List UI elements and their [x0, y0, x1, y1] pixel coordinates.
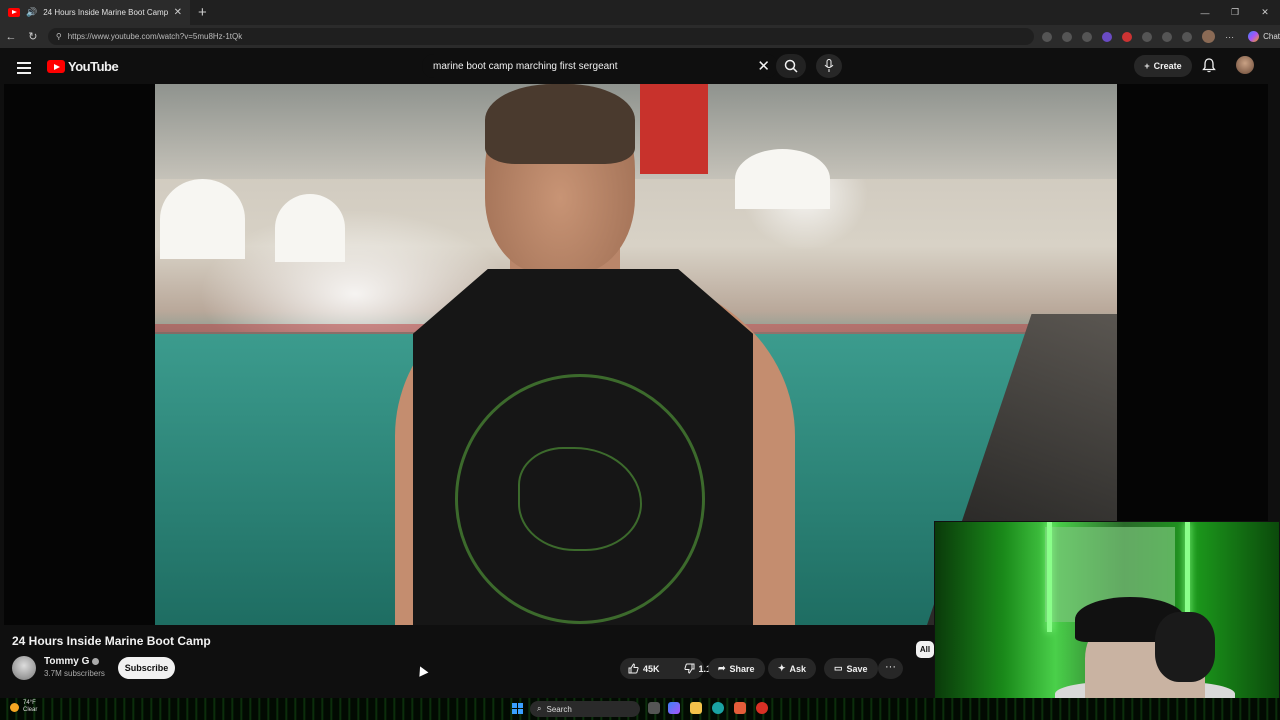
window-controls: — ❐ ✕ — [1190, 0, 1280, 25]
plus-icon: + — [1144, 61, 1150, 71]
mic-icon — [824, 59, 834, 72]
video-frame-window — [735, 149, 830, 209]
more-actions-button[interactable]: ··· — [878, 658, 903, 679]
copilot-app-icon[interactable] — [668, 702, 680, 714]
sparkle-icon: ✦ — [778, 663, 786, 673]
collections-icon[interactable] — [1182, 31, 1193, 42]
like-button[interactable]: 45K — [620, 663, 668, 674]
address-bar-row: ← ↻ ⚲ https://www.youtube.com/watch?v=5m… — [0, 25, 1280, 48]
share-label: Share — [729, 663, 755, 674]
like-icon — [628, 663, 639, 674]
youtube-logo-text: YouTube — [68, 59, 119, 74]
extensions-puzzle-icon[interactable] — [1142, 31, 1153, 42]
extension-icon[interactable] — [1102, 31, 1113, 42]
speaker-icon[interactable]: 🔊 — [26, 7, 37, 18]
mouse-cursor-icon — [415, 664, 429, 677]
close-tab-icon[interactable]: ✕ — [174, 7, 182, 18]
like-count: 45K — [643, 663, 660, 674]
share-icon: ➦ — [718, 663, 726, 673]
weather-icon — [10, 702, 19, 712]
ask-label: Ask — [789, 663, 807, 674]
webcam-neon-light — [1047, 522, 1052, 632]
video-frame-window — [275, 194, 345, 262]
copilot-chat-button[interactable]: Chat — [1248, 31, 1280, 42]
video-frame-ceiling — [155, 84, 1117, 179]
save-button[interactable]: ▭ Save — [824, 658, 878, 679]
search-query: marine boot camp marching first sergeant — [433, 60, 618, 72]
tab-title: 24 Hours Inside Marine Boot Camp — [43, 8, 168, 17]
menu-icon[interactable] — [17, 62, 31, 77]
copilot-icon — [1248, 31, 1260, 42]
extension-icon[interactable] — [1122, 31, 1133, 42]
close-window-icon[interactable]: ✕ — [1250, 0, 1280, 25]
chip-all[interactable]: All — [916, 641, 934, 658]
back-icon[interactable]: ← — [0, 31, 22, 43]
video-frame-person-hair — [485, 84, 635, 164]
video-title: 24 Hours Inside Marine Boot Camp — [12, 634, 211, 648]
task-view-icon[interactable] — [648, 702, 660, 714]
webcam-overlay — [934, 521, 1280, 716]
extension-icons: ··· Chat — [1042, 30, 1280, 43]
chrome-icon[interactable] — [756, 702, 768, 714]
search-icon: ⌕ — [537, 704, 542, 713]
minimize-icon[interactable]: — — [1190, 0, 1220, 25]
favorite-star-icon[interactable] — [1062, 31, 1073, 42]
video-frame-shirt-logo — [455, 374, 705, 624]
search-input[interactable]: marine boot camp marching first sergeant… — [422, 54, 778, 78]
restore-icon[interactable]: ❐ — [1220, 0, 1250, 25]
save-icon: ▭ — [834, 663, 843, 673]
file-explorer-icon[interactable] — [690, 702, 702, 714]
site-info-icon[interactable]: ⚲ — [56, 32, 62, 41]
share-button[interactable]: ➦ Share — [708, 658, 765, 679]
weather-temp: 74°F — [23, 700, 36, 706]
notifications-button[interactable] — [1202, 58, 1216, 78]
youtube-favicon-icon — [8, 8, 20, 17]
new-tab-icon[interactable]: + — [198, 4, 207, 21]
channel-name-text: Tommy G — [44, 656, 90, 667]
reader-icon[interactable] — [1042, 31, 1053, 42]
account-avatar[interactable] — [1236, 56, 1254, 74]
video-frame-banner — [640, 84, 708, 174]
search-button[interactable] — [776, 54, 806, 78]
subscribe-button[interactable]: Subscribe — [118, 657, 175, 679]
create-button[interactable]: + Create — [1134, 55, 1192, 77]
verified-icon — [92, 658, 100, 665]
like-dislike-group: 45K 1.1K — [620, 658, 718, 679]
windows-start-icon[interactable] — [512, 703, 523, 714]
browser-tabbar: 🔊 24 Hours Inside Marine Boot Camp ✕ + —… — [0, 0, 1280, 25]
subscriber-count: 3.7M subscribers — [44, 669, 105, 678]
url-field[interactable]: ⚲ https://www.youtube.com/watch?v=5mu8Hz… — [47, 28, 1035, 45]
create-label: Create — [1153, 61, 1182, 71]
weather-widget[interactable]: 74°F Clear — [10, 700, 37, 714]
channel-avatar[interactable] — [12, 656, 36, 680]
youtube-logo[interactable]: YouTube — [47, 59, 119, 74]
dislike-icon — [683, 663, 695, 674]
save-label: Save — [846, 663, 868, 674]
taskbar-search-label: Search — [546, 704, 572, 714]
video-frame-window — [160, 179, 245, 259]
favorites-icon[interactable] — [1162, 31, 1173, 42]
chat-label: Chat — [1263, 32, 1280, 41]
app-icon[interactable] — [734, 702, 746, 714]
voice-search-button[interactable] — [816, 54, 842, 78]
taskbar-search[interactable]: ⌕ Search — [530, 701, 640, 717]
profile-avatar[interactable] — [1202, 30, 1216, 43]
webcam-headset — [1155, 612, 1215, 682]
windows-taskbar — [0, 698, 1280, 720]
edge-browser-icon[interactable] — [712, 702, 724, 714]
extension-icon[interactable] — [1082, 31, 1093, 42]
youtube-play-icon — [47, 60, 65, 73]
browser-menu-icon[interactable]: ··· — [1225, 32, 1234, 42]
url-text: https://www.youtube.com/watch?v=5mu8Hz-1… — [67, 32, 243, 41]
bell-icon — [1202, 58, 1216, 73]
reload-icon[interactable]: ↻ — [22, 30, 44, 43]
clear-search-icon[interactable]: ✕ — [757, 57, 770, 75]
ask-button[interactable]: ✦ Ask — [768, 658, 817, 679]
channel-name[interactable]: Tommy G — [44, 656, 100, 667]
weather-desc: Clear — [23, 707, 38, 713]
browser-tab[interactable]: 🔊 24 Hours Inside Marine Boot Camp ✕ — [0, 0, 190, 25]
search-icon — [784, 59, 798, 73]
